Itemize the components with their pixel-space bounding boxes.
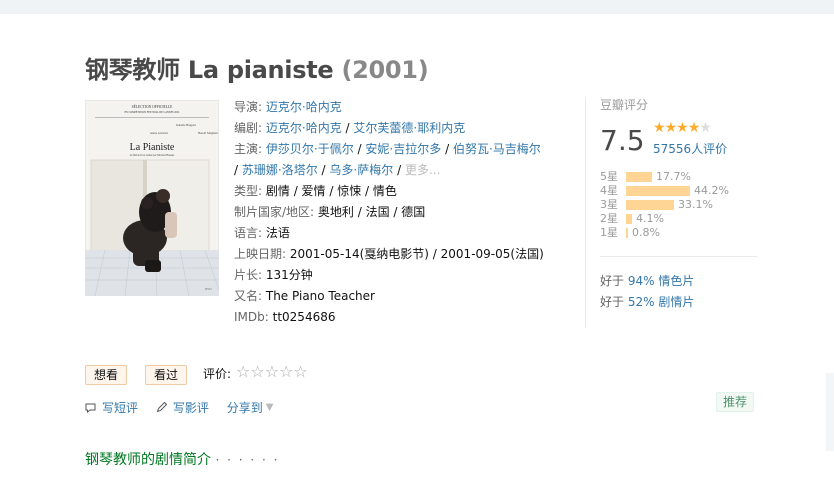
want-to-watch-button[interactable]: 想看 [85, 365, 128, 385]
star-outline-icon[interactable]: ☆ [250, 362, 264, 381]
rating-bar-percent: 0.8% [632, 226, 660, 239]
top-bar [0, 0, 834, 14]
write-short-review-link[interactable]: 写短评 [85, 400, 142, 415]
cast-link[interactable]: 伯努瓦·马吉梅尔 [453, 142, 541, 156]
movie-poster[interactable]: SÉLECTION OFFICIELLE EN COMPÉTITION FEST… [85, 100, 219, 296]
star-outline-icon[interactable]: ☆ [293, 362, 307, 381]
more-cast-link[interactable]: 更多... [405, 163, 440, 177]
star-outline-icon[interactable]: ☆ [265, 362, 279, 381]
cast-link[interactable]: 苏珊娜·洛塔尔 [242, 163, 318, 177]
rating-bar-percent: 17.7% [656, 170, 691, 183]
cast-link[interactable]: 乌多·萨梅尔 [329, 163, 393, 177]
star-outline-icon[interactable]: ☆ [279, 362, 293, 381]
better-than-row: 好于 52% 剧情片 [600, 295, 695, 309]
svg-text:un film écrit et réalisé par M: un film écrit et réalisé par Michael Han… [130, 154, 175, 157]
scrollbar[interactable] [826, 373, 834, 451]
star-empty-icon: ★ [699, 120, 712, 136]
cast-link[interactable]: 安妮·吉拉尔多 [365, 142, 441, 156]
pencil-icon [156, 401, 168, 413]
rating-stars: ★★★★★ [653, 120, 712, 136]
info-cast-cont: / 苏珊娜·洛塔尔 / 乌多·萨梅尔 / 更多... [234, 163, 441, 177]
comment-icon [85, 403, 96, 413]
star-filled-icon: ★ [664, 120, 678, 136]
info-country: 制片国家/地区: 奥地利 / 法国 / 德国 [234, 205, 426, 219]
info-genre: 类型: 剧情 / 爱情 / 惊悚 / 情色 [234, 184, 397, 198]
vertical-divider [585, 98, 586, 328]
rating-score: 7.5 [600, 124, 645, 157]
rating-bar [626, 228, 628, 238]
poster-festival-text: SÉLECTION OFFICIELLE [132, 104, 173, 109]
rating-bar-row: 4星 44.2% [600, 184, 729, 198]
rating-bar-label: 2星 [600, 212, 618, 225]
info-imdb: IMDb: tt0254686 [234, 310, 336, 324]
caret-down-icon: ▼ [265, 402, 274, 413]
action-bar: 写短评 写影评 分享到 ▼ [85, 399, 287, 416]
rating-bar-label: 4星 [600, 184, 618, 197]
rating-bar [626, 186, 690, 196]
rating-bar-label: 5星 [600, 170, 618, 183]
info-runtime: 片长: 131分钟 [234, 268, 313, 282]
user-rating-stars[interactable]: ☆☆☆☆☆ [236, 362, 308, 381]
share-dropdown[interactable]: 分享到 ▼ [227, 400, 274, 415]
info-aka: 又名: The Piano Teacher [234, 289, 375, 303]
star-outline-icon[interactable]: ☆ [236, 362, 250, 381]
writer-link[interactable]: 迈克尔·哈内克 [266, 121, 342, 135]
watched-button[interactable]: 看过 [145, 365, 188, 385]
rating-bar-label: 3星 [600, 198, 618, 211]
rating-label: 豆瓣评分 [600, 98, 649, 112]
star-filled-icon: ★ [653, 120, 666, 136]
better-than-link[interactable]: 94% 情色片 [628, 274, 695, 288]
star-filled-icon: ★ [676, 120, 689, 136]
rate-label: 评价: [203, 367, 232, 381]
info-cast: 主演: 伊莎贝尔·于佩尔 / 安妮·吉拉尔多 / 伯努瓦·马吉梅尔 [234, 142, 541, 156]
svg-text:DVD: DVD [205, 287, 212, 291]
rating-bar-percent: 33.1% [678, 198, 713, 211]
rating-bar [626, 214, 632, 224]
svg-text:La Pianiste: La Pianiste [130, 142, 175, 153]
svg-text:Benoît Magimel: Benoît Magimel [198, 131, 218, 135]
rating-bar-row: 3星 33.1% [600, 198, 729, 212]
rating-bar-row: 5星 17.7% [600, 170, 729, 184]
write-review-link[interactable]: 写影评 [156, 400, 213, 415]
info-writers: 编剧: 迈克尔·哈内克 / 艾尔芙蕾德·耶利内克 [234, 121, 466, 135]
better-than-link[interactable]: 52% 剧情片 [628, 295, 695, 309]
better-than: 好于 94% 情色片 好于 52% 剧情片 [600, 271, 694, 313]
cast-link[interactable]: 伊莎贝尔·于佩尔 [266, 142, 354, 156]
recommend-button[interactable]: 推荐 [716, 392, 755, 412]
synopsis-heading: 钢琴教师的剧情简介 · · · · · · [85, 452, 280, 468]
rating-bar-percent: 4.1% [636, 212, 664, 225]
rating-bar-row: 1星 0.8% [600, 226, 729, 240]
rating-bar-percent: 44.2% [694, 184, 729, 197]
star-filled-icon: ★ [687, 120, 701, 136]
page-title: 钢琴教师 La pianiste (2001) [85, 56, 429, 84]
rating-bar [626, 172, 652, 182]
info-release: 上映日期: 2001-05-14(戛纳电影节) / 2001-09-05(法国) [234, 247, 544, 261]
svg-text:Isabelle Huppert: Isabelle Huppert [176, 123, 196, 127]
rating-bar-row: 2星 4.1% [600, 212, 729, 226]
rating-distribution: 5星 17.7% 4星 44.2% 3星 33.1% 2星 4.1% 1星 0.8% [600, 170, 729, 240]
movie-info: 导演: 迈克尔·哈内克 编剧: 迈克尔·哈内克 / 艾尔芙蕾德·耶利内克 主演:… [234, 97, 574, 328]
poster-festival-text-2: EN COMPÉTITION FESTIVAL DE CANNES 2001 [124, 111, 180, 114]
rating-panel: 豆瓣评分 7.5 ★★★★★ 57556人评价 5星 17.7% 4星 44.2% 3星… [600, 96, 758, 239]
rating-bar-label: 1星 [600, 226, 618, 239]
rating-divider [600, 256, 757, 257]
rating-count-link[interactable]: 57556人评价 [653, 140, 727, 157]
info-director: 导演: 迈克尔·哈内克 [234, 100, 342, 114]
rating-bar [626, 200, 674, 210]
director-link[interactable]: 迈克尔·哈内克 [266, 100, 342, 114]
writer-link[interactable]: 艾尔芙蕾德·耶利内克 [353, 121, 465, 135]
svg-text:Annie Girardot: Annie Girardot [150, 131, 168, 135]
info-language: 语言: 法语 [234, 226, 290, 240]
better-than-row: 好于 94% 情色片 [600, 274, 695, 288]
